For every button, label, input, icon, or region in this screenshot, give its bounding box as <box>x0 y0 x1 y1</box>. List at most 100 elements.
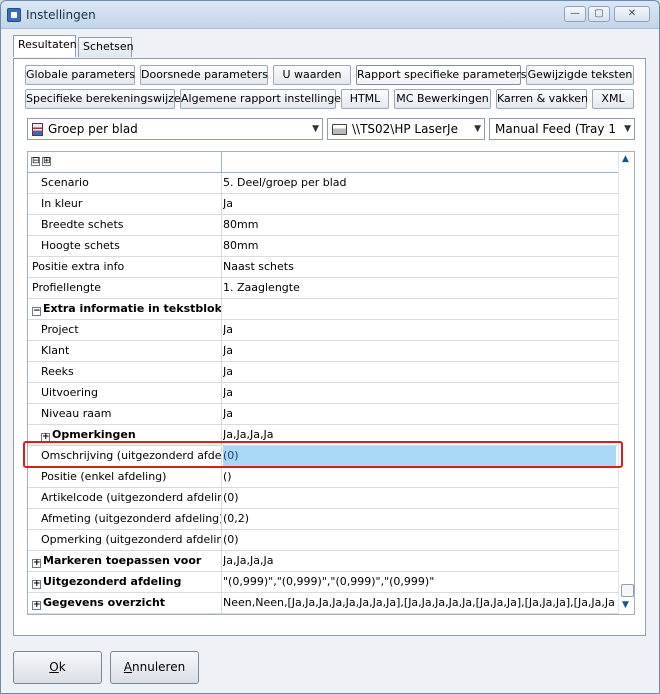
grid-row-value[interactable]: 80mm <box>223 236 616 256</box>
column-divider <box>221 215 222 235</box>
grid-row-value[interactable] <box>223 299 616 319</box>
feed-select[interactable]: Manual Feed (Tray 1 ▼ <box>489 118 635 140</box>
grid-row-value[interactable]: () <box>223 467 616 487</box>
close-button[interactable]: ✕ <box>614 6 650 22</box>
grid-row[interactable]: Positie (enkel afdeling) () <box>28 467 618 488</box>
grid-row[interactable]: − Extra informatie in tekstblok <box>28 299 618 320</box>
column-divider <box>221 593 222 613</box>
grid-row[interactable]: Breedte schets 80mm <box>28 215 618 236</box>
grid-row-label: Project <box>41 323 79 336</box>
grid-row-key: Reeks <box>28 362 221 382</box>
collapse-all-icon[interactable]: ⊟ <box>31 157 40 166</box>
tab-rapport-specifieke-parameters[interactable]: Rapport specifieke parameters <box>356 65 527 85</box>
tab-doorsnede-parameters[interactable]: Doorsnede parameters <box>140 65 268 85</box>
grid-row-value[interactable]: Ja,Ja,Ja,Ja <box>223 551 616 571</box>
tab-specifieke-berekeningswijzen[interactable]: Specifieke berekeningswijzen <box>25 89 188 109</box>
grid-row[interactable]: In kleur Ja <box>28 194 618 215</box>
grid-row-value[interactable]: (0,2) <box>223 509 616 529</box>
column-divider <box>221 194 222 214</box>
grid-row-value[interactable]: Ja <box>223 362 616 382</box>
grid-row[interactable]: + Gegevens overzicht Neen,Neen,[Ja,Ja,Ja,J… <box>28 593 618 614</box>
grid-row-key: Omschrijving (uitgezonderd afdeling) <box>28 446 221 466</box>
grid-row[interactable]: Klant Ja <box>28 341 618 362</box>
grid-row-value[interactable]: Ja <box>223 341 616 361</box>
grid-row-value[interactable]: (0) <box>223 488 616 508</box>
grid-row[interactable]: Hoogte schets 80mm <box>28 236 618 257</box>
tab-globale-parameters[interactable]: Globale parameters <box>25 65 135 85</box>
grid-scrollbar[interactable]: ▲ ▼ <box>618 152 634 614</box>
grid-row[interactable]: Omschrijving (uitgezonderd afdeling)(0) <box>28 446 618 467</box>
grid-row-key: Positie extra info <box>28 257 221 277</box>
tab-u-waarden[interactable]: U waarden <box>273 65 351 85</box>
expand-icon[interactable]: + <box>32 580 41 589</box>
chevron-down-icon: ▼ <box>312 124 319 134</box>
ok-label: k <box>58 660 66 674</box>
grid-row-label: Afmeting (uitgezonderd afdeling) <box>41 512 221 525</box>
grid-row-label: Gegevens overzicht <box>43 596 166 609</box>
grid-row[interactable]: Afmeting (uitgezonderd afdeling) (0,2) <box>28 509 618 530</box>
printer-icon <box>332 124 347 135</box>
grid-row[interactable]: Niveau raam Ja <box>28 404 618 425</box>
grid-row-value[interactable]: (0) <box>223 446 616 466</box>
grid-row-key: Positie (enkel afdeling) <box>28 467 221 487</box>
minimize-button[interactable]: — <box>564 6 586 22</box>
grid-row[interactable]: Opmerking (uitgezonderd afdeling) (0) <box>28 530 618 551</box>
grid-row[interactable]: Profiellengte 1. Zaaglengte <box>28 278 618 299</box>
grid-row[interactable]: Scenario 5. Deel/groep per blad <box>28 173 618 194</box>
grid-row-value[interactable]: Naast schets <box>223 257 616 277</box>
tab-mc-bewerkingen[interactable]: MC Bewerkingen <box>394 89 491 109</box>
printer-select[interactable]: \\TS02\HP LaserJe ▼ <box>327 118 485 140</box>
report-type-select[interactable]: Groep per blad ▼ <box>27 118 323 140</box>
tab-resultaten[interactable]: Resultaten <box>13 35 77 57</box>
tab-gewijzigde-teksten[interactable]: Gewijzigde teksten <box>526 65 634 85</box>
expand-icon[interactable]: + <box>32 601 41 610</box>
expand-all-icon[interactable]: ⊞ <box>42 157 51 166</box>
column-divider <box>221 509 222 529</box>
tab-xml[interactable]: XML <box>592 89 634 109</box>
grid-row[interactable]: Project Ja <box>28 320 618 341</box>
grid-row-value[interactable]: 80mm <box>223 215 616 235</box>
grid-row-value[interactable]: Neen,Neen,[Ja,Ja,Ja,Ja,Ja,Ja,Ja,Ja],[Ja,… <box>223 593 616 613</box>
grid-row[interactable]: + Uitgezonderd afdeling "(0,999)","(0,999)… <box>28 572 618 593</box>
scroll-thumb[interactable] <box>621 584 634 597</box>
tab-karren-vakken[interactable]: Karren & vakken <box>496 89 588 109</box>
grid-row-value[interactable]: 1. Zaaglengte <box>223 278 616 298</box>
grid-row-label: Omschrijving (uitgezonderd afdeling) <box>41 449 221 462</box>
tab-schetsen[interactable]: Schetsen <box>78 37 134 57</box>
grid-row-value[interactable]: Ja <box>223 194 616 214</box>
grid-row-value[interactable]: Ja <box>223 404 616 424</box>
collapse-icon[interactable]: − <box>32 307 41 316</box>
grid-row-value[interactable]: "(0,999)","(0,999)","(0,999)","(0,999)" <box>223 572 616 592</box>
grid-row-label: Niveau raam <box>41 407 112 420</box>
app-icon <box>7 8 21 22</box>
grid-row-value[interactable]: Ja <box>223 383 616 403</box>
expand-icon[interactable]: + <box>41 433 50 442</box>
grid-row[interactable]: + Opmerkingen Ja,Ja,Ja,Ja <box>28 425 618 446</box>
cancel-button[interactable]: Annuleren <box>110 651 199 684</box>
tab-algemene-rapport-instellingen[interactable]: Algemene rapport instellingen <box>180 89 348 109</box>
grid-row[interactable]: Uitvoering Ja <box>28 383 618 404</box>
column-divider <box>221 467 222 487</box>
column-divider <box>221 173 222 193</box>
grid-row-value[interactable]: Ja,Ja,Ja,Ja <box>223 425 616 445</box>
grid-row-value[interactable]: (0) <box>223 530 616 550</box>
scroll-down-icon[interactable]: ▼ <box>622 600 629 610</box>
grid-row[interactable]: Positie extra info Naast schets <box>28 257 618 278</box>
grid-row-label: Uitvoering <box>41 386 98 399</box>
grid-row[interactable]: Artikelcode (uitgezonderd afdeling) (0) <box>28 488 618 509</box>
printer-value: \\TS02\HP LaserJe <box>352 122 458 136</box>
grid-row[interactable]: + Markeren toepassen voor Ja,Ja,Ja,Ja <box>28 551 618 572</box>
grid-row-value[interactable]: 5. Deel/groep per blad <box>223 173 616 193</box>
scroll-up-icon[interactable]: ▲ <box>622 154 629 164</box>
maximize-button[interactable]: ▢ <box>588 6 610 22</box>
grid-row-key: Klant <box>28 341 221 361</box>
grid-row-label: Positie extra info <box>32 260 125 273</box>
expand-icon[interactable]: + <box>32 559 41 568</box>
grid-row-key: − Extra informatie in tekstblok <box>28 299 221 319</box>
window-title: Instellingen <box>26 8 96 22</box>
ok-button[interactable]: Ok <box>13 651 102 684</box>
grid-row-value[interactable]: Ja <box>223 320 616 340</box>
grid-row[interactable]: Reeks Ja <box>28 362 618 383</box>
tab-html[interactable]: HTML <box>341 89 389 109</box>
column-divider <box>221 530 222 550</box>
